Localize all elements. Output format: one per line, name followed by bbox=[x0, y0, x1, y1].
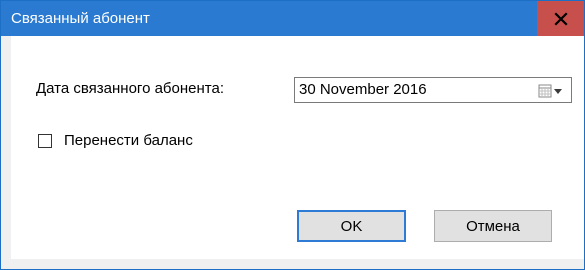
dialog-content: Дата связанного абонента: 30 November 20… bbox=[11, 36, 584, 259]
transfer-balance-checkbox[interactable] bbox=[38, 134, 52, 148]
ok-button[interactable]: OK bbox=[297, 210, 406, 242]
date-picker-dropdown-button[interactable] bbox=[533, 83, 567, 99]
date-value[interactable]: 30 November 2016 bbox=[299, 81, 427, 99]
linked-subscriber-date-picker[interactable]: 30 November 2016 bbox=[294, 77, 572, 103]
calendar-icon bbox=[538, 84, 562, 98]
window-title: Связанный абонент bbox=[11, 10, 150, 27]
dialog-window: Связанный абонент Дата связанного абонен… bbox=[0, 0, 585, 270]
linked-subscriber-date-label: Дата связанного абонента: bbox=[36, 80, 224, 97]
title-bar: Связанный абонент bbox=[1, 1, 584, 36]
cancel-button[interactable]: Отмена bbox=[434, 210, 552, 242]
transfer-balance-row[interactable]: Перенести баланс bbox=[38, 132, 193, 150]
close-button[interactable] bbox=[537, 1, 584, 36]
close-icon bbox=[553, 11, 568, 26]
transfer-balance-label[interactable]: Перенести баланс bbox=[64, 132, 193, 150]
